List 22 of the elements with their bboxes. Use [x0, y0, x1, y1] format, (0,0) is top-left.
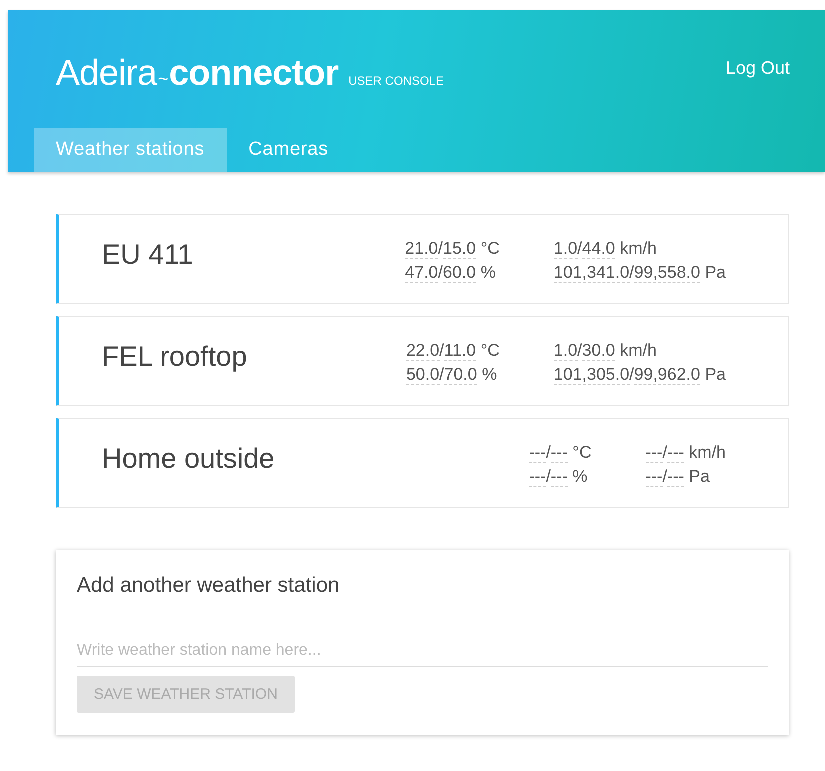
reading-value: 1.0/30.0 km/h	[554, 340, 658, 363]
save-button: SAVE WEATHER STATION	[77, 676, 295, 713]
tab[interactable]: Cameras	[226, 128, 351, 172]
logout-link[interactable]: Log Out	[726, 58, 790, 79]
reading-value: 21.0/15.0 °C	[405, 238, 500, 261]
app-logo: Adeira~connector	[56, 52, 339, 94]
reading-value: ---/--- °C	[529, 442, 592, 465]
reading-value: 22.0/11.0 °C	[406, 340, 500, 363]
reading-value: 101,305.0/99,962.0 Pa	[554, 364, 726, 387]
reading-value: 101,341.0/99,558.0 Pa	[554, 262, 726, 285]
tab[interactable]: Weather stations	[34, 128, 227, 172]
form-title: Add another weather station	[77, 574, 341, 598]
reading-value: ---/--- %	[529, 466, 589, 489]
reading-value: ---/--- km/h	[646, 442, 726, 465]
station-name: EU 411	[101, 238, 194, 272]
station-name: FEL rooftop	[101, 340, 248, 374]
station-name: Home outside	[101, 442, 276, 476]
app-subtitle: USER CONSOLE	[348, 74, 444, 88]
reading-value: ---/--- Pa	[646, 466, 711, 489]
reading-value: 50.0/70.0 %	[406, 364, 498, 387]
reading-value: 47.0/60.0 %	[405, 262, 497, 285]
reading-value: 1.0/44.0 km/h	[554, 238, 658, 261]
